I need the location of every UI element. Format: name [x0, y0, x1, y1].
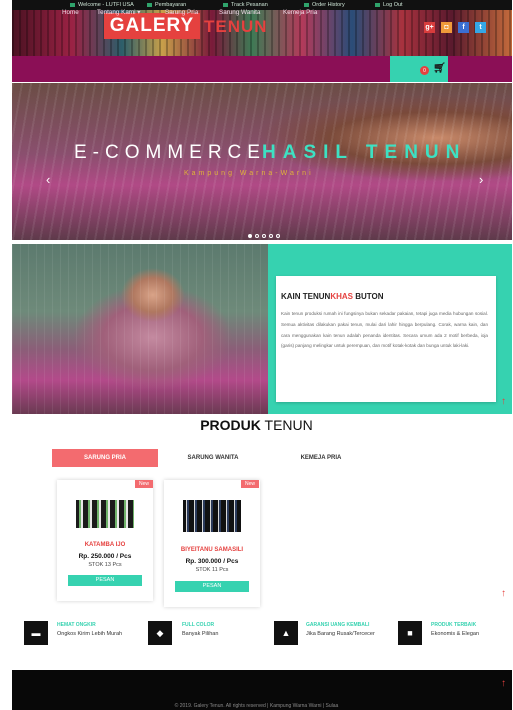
feature-title: GARANSI UANG KEMBALI	[306, 622, 370, 628]
product-price: Rp. 250.000 / Pcs	[78, 553, 132, 560]
cart-count-badge: 0	[420, 66, 429, 75]
product-name[interactable]: KATAMBA IJO	[57, 542, 153, 548]
hero-subtitle: Kampung Warna-Warni	[184, 170, 314, 177]
tab-sarung-wanita[interactable]: SARUNG WANITA	[160, 449, 266, 467]
copyright-text: © 2019. Galery Tenun. All rights reserve…	[174, 703, 339, 709]
new-badge: New	[241, 480, 259, 488]
product-image[interactable]	[183, 500, 241, 532]
slider-dot[interactable]	[255, 234, 259, 238]
truck-icon: ▬	[24, 621, 48, 645]
hero-title: E-COMMERCE	[74, 142, 266, 163]
money-icon	[147, 3, 152, 7]
twitter-icon[interactable]: t	[475, 22, 486, 33]
nav-about[interactable]: Tentang Kami ▾	[97, 0, 140, 26]
product-stock: STOK 11 Pcs	[195, 567, 229, 573]
slider-dot[interactable]	[248, 234, 252, 238]
instagram-icon[interactable]: ◘	[441, 22, 452, 33]
facebook-icon[interactable]: f	[458, 22, 469, 33]
feature-subtitle: Ekonomis & Elegan	[431, 631, 479, 637]
scroll-top-icon[interactable]: ↑	[501, 588, 506, 599]
slider-dot[interactable]	[276, 234, 280, 238]
new-badge: New	[135, 480, 153, 488]
products-heading: PRODUK TENUN	[200, 417, 313, 433]
product-price: Rp. 300.000 / Pcs	[185, 558, 239, 565]
tab-sarung-pria[interactable]: SARUNG PRIA	[52, 449, 158, 467]
gift-icon: ■	[398, 621, 422, 645]
feature-title: FULL COLOR	[182, 622, 215, 628]
feature-subtitle: Jika Barang Rusak/Tercecer	[306, 631, 375, 637]
nav-kemeja-pria[interactable]: Kemeja Pria	[283, 0, 317, 26]
scroll-top-icon[interactable]: ↑	[501, 396, 506, 407]
top-bar: Welcome - LUTFI USA Pembayaran Track Pes…	[12, 0, 512, 10]
slider-indicators	[248, 234, 280, 238]
weaver-photo	[12, 244, 268, 414]
product-stock: STOK 13 Pcs	[88, 562, 122, 568]
logout-icon	[375, 3, 380, 7]
tag-icon: ◆	[148, 621, 172, 645]
order-button[interactable]: PESAN	[175, 581, 249, 592]
hero-title-highlight: HASIL TENUN	[262, 142, 467, 163]
feature-title: HEMAT ONGKIR	[57, 622, 96, 628]
google-plus-icon[interactable]: g+	[424, 22, 435, 33]
bag-icon: ▲	[274, 621, 298, 645]
shopping-cart-icon[interactable]: 🛒︎	[433, 63, 446, 74]
slider-dot[interactable]	[262, 234, 266, 238]
feature-subtitle: Banyak Pilihan	[182, 631, 219, 637]
order-button[interactable]: PESAN	[68, 575, 142, 586]
nav-sarung-pria[interactable]: Sarung Pria	[165, 0, 198, 26]
tab-kemeja-pria[interactable]: KEMEJA PRIA	[268, 449, 374, 467]
about-title: KAIN TENUNKHAS BUTON	[281, 292, 384, 301]
slider-prev-icon[interactable]: ‹	[46, 172, 50, 187]
nav-sarung-wanita[interactable]: Sarung Wanita	[219, 0, 260, 26]
slider-dot[interactable]	[269, 234, 273, 238]
slider-next-icon[interactable]: ›	[479, 172, 483, 187]
about-body: Kain tenun produksi rumah ini fungsinya …	[281, 311, 488, 349]
logout-link[interactable]: Log Out	[375, 2, 403, 8]
feature-title: PRODUK TERBAIK	[431, 622, 477, 628]
product-name[interactable]: BIYEITANU SAMASILI	[164, 547, 260, 553]
scroll-top-icon[interactable]: ↑	[501, 678, 506, 689]
product-image[interactable]	[76, 500, 134, 528]
nav-home[interactable]: Home	[62, 0, 79, 26]
feature-subtitle: Ongkos Kirim Lebih Murah	[57, 631, 123, 637]
